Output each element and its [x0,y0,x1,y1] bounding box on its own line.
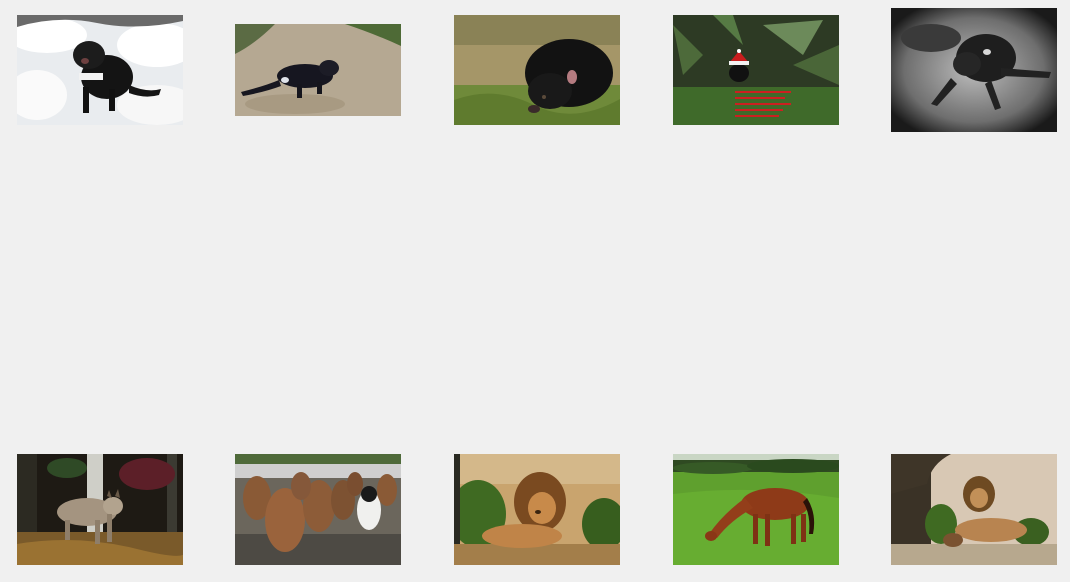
image-lion-resting[interactable] [454,454,620,565]
image-tasmanian-devil-snow[interactable] [17,15,183,125]
image-grid [0,0,1070,582]
lion-under-tree-picture [891,454,1057,565]
image-tasmanian-devil-bw[interactable] [891,8,1057,132]
tasmanian-devil-grass-picture [454,15,620,125]
image-king-penguin-chicks[interactable] [235,454,401,565]
tasmanian-devil-bw-picture [891,8,1057,132]
tasmanian-devil-snow-picture [17,15,183,125]
lynx-forest-picture [17,454,183,565]
lion-resting-picture [454,454,620,565]
image-tasmanian-devil-running[interactable] [235,24,401,116]
image-horse-grazing[interactable] [673,454,839,565]
image-lion-under-tree[interactable] [891,454,1057,565]
horse-grazing-picture [673,454,839,565]
image-lynx-forest[interactable] [17,454,183,565]
image-tasmanian-devil-santa-hat[interactable] [673,15,839,125]
tasmanian-devil-running-picture [235,24,401,116]
king-penguin-chicks-picture [235,454,401,565]
image-tasmanian-devil-grass[interactable] [454,15,620,125]
tasmanian-devil-santa-hat-picture [673,15,839,125]
